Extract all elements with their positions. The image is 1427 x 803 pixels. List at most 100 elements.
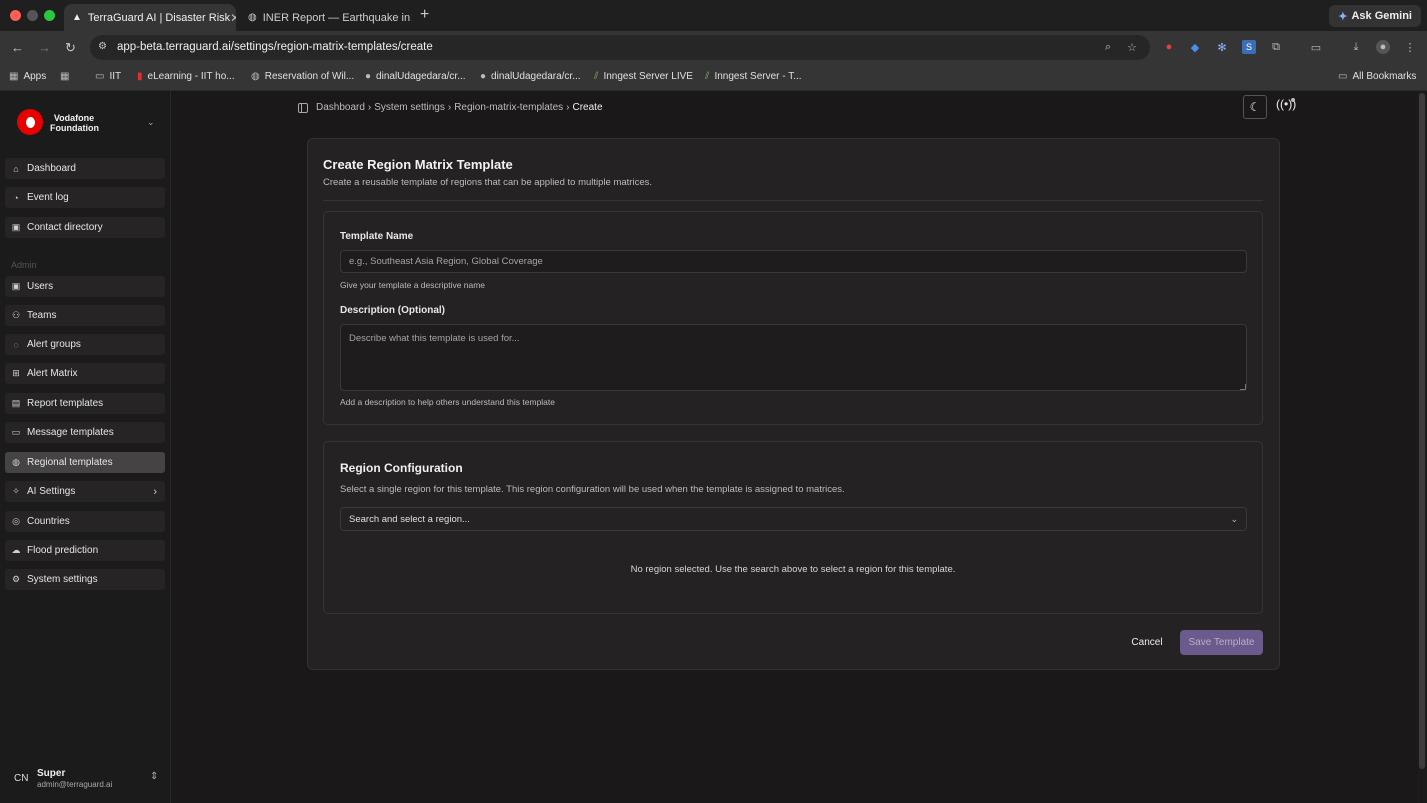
profile-avatar-icon[interactable]: ● — [1376, 40, 1390, 54]
breadcrumb-separator: › — [367, 102, 372, 113]
breadcrumb: Dashboard › System settings › Region-matri… — [298, 102, 603, 113]
chevron-down-icon: ⌄ — [1230, 513, 1238, 524]
breadcrumb-separator: › — [566, 102, 570, 113]
description-textarea[interactable]: Describe what this template is used for.… — [340, 324, 1247, 391]
breadcrumb-system-settings[interactable]: System settings — [374, 102, 445, 113]
chevron-up-down-icon[interactable]: ⇕ — [150, 771, 158, 782]
report-icon: ▤ — [11, 398, 21, 408]
ask-gemini-button[interactable]: ✦ Ask Gemini — [1329, 5, 1421, 27]
empty-region-message: No region selected. Use the search above… — [630, 564, 956, 575]
globe-icon: ◍ — [251, 71, 260, 82]
sidebar-item-users[interactable]: ▣ Users — [5, 276, 165, 297]
tab-iner-report[interactable]: ◍ INER Report — Earthquake in ✕ — [240, 4, 412, 31]
event-log-icon: ◔ — [13, 192, 19, 203]
region-configuration-title: Region Configuration — [340, 461, 463, 475]
bookmark-inngest-live[interactable]: ⫽ Inngest Server LIVE — [594, 71, 693, 82]
template-name-hint: Give your template a descriptive name — [340, 280, 486, 290]
github-icon: ● — [480, 71, 487, 82]
breadcrumb-region-matrix-templates[interactable]: Region-matrix-templates — [454, 102, 563, 113]
sidebar-item-label: Alert groups — [27, 339, 81, 350]
description-label: Description (Optional) — [340, 305, 445, 316]
sidebar-item-event-log[interactable]: ◔ Event log — [5, 187, 165, 208]
extension-red-icon[interactable]: ● — [1162, 40, 1176, 54]
bookmark-label: Apps — [23, 71, 47, 82]
bookmark-label: dinalUdagedara/cr... — [376, 71, 466, 82]
notification-dot — [1291, 98, 1295, 102]
sidebar-item-system-settings[interactable]: ⚙ System settings — [5, 569, 165, 590]
sidebar-item-alert-matrix[interactable]: ⊞ Alert Matrix — [5, 363, 165, 384]
download-icon[interactable]: ⤓ — [1349, 40, 1363, 54]
bookmark-label: eLearning - IIT ho... — [147, 71, 235, 82]
sidebar-item-alert-groups[interactable]: ◌ Alert groups — [5, 334, 165, 355]
shield-red-icon: ▮ — [137, 71, 143, 82]
url-text[interactable]: app-beta.terraguard.ai/settings/region-m… — [117, 41, 433, 53]
bookmark-github-2[interactable]: ● dinalUdagedara/cr... — [480, 71, 581, 82]
cancel-button[interactable]: Cancel — [1124, 631, 1170, 653]
bookmark-reservation[interactable]: ◍ Reservation of Wil... — [251, 71, 354, 82]
scrollbar-thumb[interactable] — [1419, 93, 1425, 769]
bookmark-grid[interactable]: ▦ — [60, 71, 74, 82]
zoom-icon[interactable]: ⌕ — [1101, 40, 1115, 54]
brand-name: Vodafone Foundation — [50, 113, 99, 133]
resize-handle-icon[interactable] — [1240, 384, 1246, 390]
sidebar-item-regional-templates[interactable]: ◍ Regional templates — [5, 452, 165, 473]
bookmark-elearning[interactable]: ▮ eLearning - IIT ho... — [137, 71, 235, 82]
minimize-window-button[interactable] — [27, 10, 38, 21]
folder-icon: ▭ — [95, 71, 105, 82]
bookmark-github-1[interactable]: ● dinalUdagedara/cr... — [365, 71, 466, 82]
home-icon: ⌂ — [13, 163, 19, 174]
alert-groups-icon: ◌ — [13, 339, 19, 350]
site-info-icon[interactable]: ⚙ — [98, 41, 107, 52]
close-window-button[interactable] — [10, 10, 21, 21]
sidebar-item-message-templates[interactable]: ▭ Message templates — [5, 422, 165, 443]
template-name-placeholder: e.g., Southeast Asia Region, Global Cove… — [349, 256, 543, 267]
close-tab-icon[interactable]: ✕ — [410, 11, 412, 25]
reload-icon[interactable]: ↻ — [65, 40, 76, 56]
inngest-icon: ⫽ — [705, 71, 710, 82]
sidebar-item-ai-settings[interactable]: ✧ AI Settings › — [5, 481, 165, 502]
tab-label: INER Report — Earthquake in — [262, 11, 411, 24]
sidebar-item-dashboard[interactable]: ⌂ Dashboard — [5, 158, 165, 179]
sidebar-item-flood-prediction[interactable]: ☁ Flood prediction — [5, 540, 165, 561]
description-placeholder: Describe what this template is used for.… — [349, 333, 520, 344]
sidebar-item-report-templates[interactable]: ▤ Report templates — [5, 393, 165, 414]
breadcrumb-dashboard[interactable]: Dashboard — [316, 102, 365, 113]
sidebar-item-label: Users — [27, 281, 54, 292]
user-menu[interactable] — [5, 764, 165, 794]
tab-terraguard[interactable]: ▲ TerraGuard AI | Disaster Risk ✕ — [64, 4, 236, 31]
all-bookmarks[interactable]: ▭ All Bookmarks — [1338, 71, 1416, 82]
contact-icon: ▣ — [11, 222, 21, 232]
extension-react-icon[interactable]: ✻ — [1215, 40, 1229, 54]
extensions-puzzle-icon[interactable]: ⧉ — [1269, 40, 1283, 54]
sidebar-item-label: System settings — [27, 574, 98, 585]
extension-s-icon[interactable]: S — [1242, 40, 1256, 54]
new-tab-button[interactable]: + — [420, 6, 429, 24]
forward-icon[interactable]: → — [38, 40, 51, 55]
template-name-input[interactable]: e.g., Southeast Asia Region, Global Cove… — [340, 250, 1247, 273]
toggle-sidebar-icon[interactable] — [298, 102, 308, 113]
vodafone-logo-icon — [17, 109, 43, 135]
bookmark-apps[interactable]: ▦ Apps — [9, 71, 46, 82]
org-switcher-chevron-icon[interactable]: ⌄ — [147, 117, 155, 128]
back-icon[interactable]: ← — [11, 40, 24, 55]
template-name-label: Template Name — [340, 231, 414, 242]
sidebar-item-teams[interactable]: ⚇ Teams — [5, 305, 165, 326]
sidebar-item-countries[interactable]: ◎ Countries — [5, 511, 165, 532]
cloud-icon: ☁ — [11, 545, 21, 555]
save-template-button[interactable]: Save Template — [1180, 630, 1263, 655]
menu-kebab-icon[interactable]: ⋮ — [1403, 40, 1417, 54]
theme-toggle-button[interactable]: ☾ — [1243, 95, 1267, 119]
bookmark-label: All Bookmarks — [1352, 71, 1417, 82]
extension-blue-icon[interactable]: ◆ — [1188, 40, 1202, 54]
bookmark-inngest-t[interactable]: ⫽ Inngest Server - T... — [705, 71, 802, 82]
maximize-window-button[interactable] — [44, 10, 55, 21]
bookmark-iit[interactable]: ▭ IIT — [95, 71, 121, 82]
region-search-select[interactable]: Search and select a region... ⌄ — [340, 507, 1247, 531]
sidebar-item-label: AI Settings — [27, 486, 76, 497]
tab-search-icon[interactable]: ▭ — [1309, 40, 1323, 54]
teams-icon: ⚇ — [11, 310, 21, 320]
bookmark-label: IIT — [109, 71, 122, 82]
bookmark-star-icon[interactable]: ☆ — [1125, 40, 1139, 54]
sidebar-item-contact-directory[interactable]: ▣ Contact directory — [5, 217, 165, 238]
close-tab-icon[interactable]: ✕ — [230, 11, 236, 25]
